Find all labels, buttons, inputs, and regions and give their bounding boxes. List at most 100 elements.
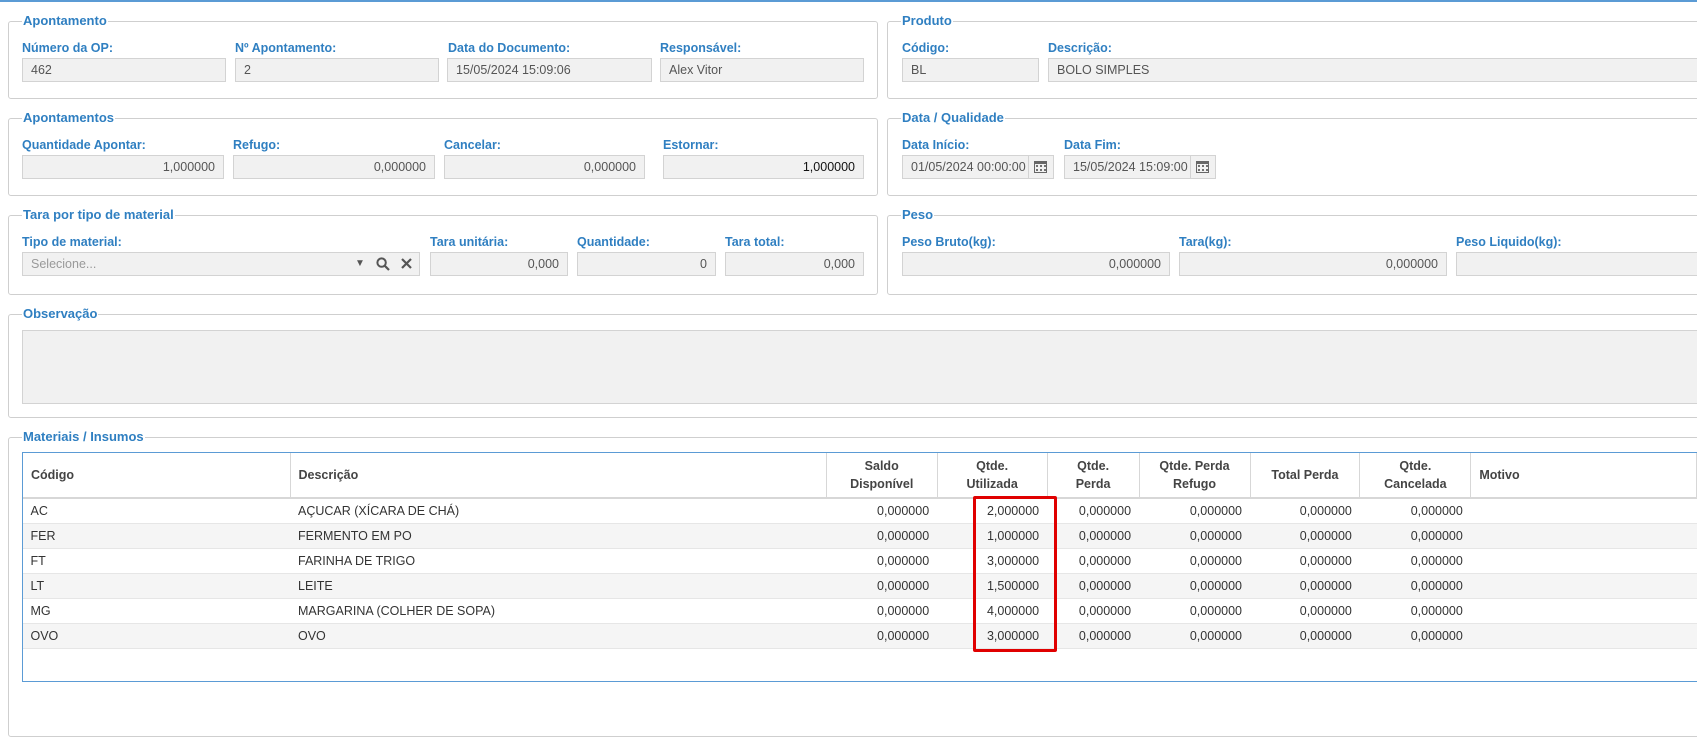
table-cell: 0,000000 — [1359, 498, 1471, 524]
data-qualidade-section: Data / Qualidade Data Início: 01/05/2024… — [887, 110, 1697, 196]
table-cell: AÇUCAR (XÍCARA DE CHÁ) — [290, 498, 827, 524]
column-header-motivo[interactable]: Motivo — [1470, 452, 1697, 499]
observacao-section: Observação — [8, 306, 1697, 418]
refugo-field[interactable]: 0,000000 — [233, 155, 435, 179]
table-row[interactable]: FER FERMENTO EM PO 0,000000 1,000000 0,00000… — [22, 523, 1697, 549]
tara-kg-label: Tara(kg): — [1179, 235, 1232, 249]
column-header-total-perda[interactable]: Total Perda — [1249, 452, 1361, 499]
table-cell: 0,000000 — [1250, 573, 1360, 599]
column-header-perda-refugo[interactable]: Qtde. Perda Refugo — [1138, 452, 1251, 499]
table-cell: 0,000000 — [1047, 548, 1140, 574]
responsavel-label: Responsável: — [660, 41, 742, 55]
numero-op-field[interactable]: 462 — [22, 58, 226, 82]
column-header-label: Qtde. Utilizada — [966, 458, 1018, 491]
produto-section: Produto Código: BL Descrição: BOLO SIMPL… — [887, 13, 1697, 99]
table-cell — [1470, 573, 1697, 599]
tara-kg-field[interactable]: 0,000000 — [1179, 252, 1447, 276]
column-header-codigo[interactable]: Código — [22, 452, 291, 499]
table-cell: 0,000000 — [1359, 573, 1471, 599]
responsavel-field[interactable]: Alex Vitor — [660, 58, 864, 82]
produto-codigo-label: Código: — [902, 41, 950, 55]
table-cell — [1470, 498, 1697, 524]
table-cell: FER — [22, 523, 290, 549]
table-cell: 0,000000 — [1250, 598, 1360, 624]
refugo-label: Refugo: — [233, 138, 281, 152]
table-cell: AC — [22, 498, 290, 524]
column-header-qtde-perda[interactable]: Qtde. Perda — [1046, 452, 1140, 499]
table-cell: 0,000000 — [1359, 523, 1471, 549]
table-cell: 0,000000 — [1139, 573, 1250, 599]
table-row[interactable]: FT FARINHA DE TRIGO 0,000000 3,000000 0,0000… — [22, 548, 1697, 574]
column-header-qtde-cancelada[interactable]: Qtde. Cancelada — [1359, 452, 1472, 499]
table-cell: MG — [22, 598, 290, 624]
table-cell — [1470, 523, 1697, 549]
data-inicio-field[interactable]: 01/05/2024 00:00:00 — [902, 155, 1054, 179]
data-fim-field[interactable]: 15/05/2024 15:09:00 — [1064, 155, 1216, 179]
data-fim-value: 15/05/2024 15:09:00 — [1073, 160, 1188, 174]
quantidade-apontar-field[interactable]: 1,000000 — [22, 155, 224, 179]
peso-liquido-field[interactable] — [1456, 252, 1697, 276]
table-cell: 0,000000 — [1250, 498, 1360, 524]
table-cell: 0,000000 — [1139, 598, 1250, 624]
materiais-table: Código Descrição Saldo Disponível Qtde. … — [22, 452, 1697, 649]
table-cell: 0,000000 — [1250, 548, 1360, 574]
data-documento-label: Data do Documento: — [448, 41, 571, 55]
caret-down-icon[interactable]: ▼ — [353, 253, 367, 275]
table-cell — [1470, 598, 1697, 624]
column-header-label: Qtde. Perda Refugo — [1159, 458, 1230, 491]
table-cell: 0,000000 — [826, 523, 938, 549]
clear-icon[interactable] — [397, 253, 415, 275]
table-cell: 0,000000 — [1047, 598, 1140, 624]
table-cell: MARGARINA (COLHER DE SOPA) — [290, 598, 827, 624]
table-row[interactable]: LT LEITE 0,000000 1,500000 0,000000 0,000000 0… — [22, 573, 1697, 599]
column-header-label: Qtde. Cancelada — [1384, 458, 1447, 491]
tara-unitaria-field[interactable]: 0,000 — [430, 252, 568, 276]
peso-liquido-label: Peso Liquido(kg): — [1456, 235, 1562, 249]
peso-bruto-label: Peso Bruto(kg): — [902, 235, 996, 249]
table-header-row: Código Descrição Saldo Disponível Qtde. … — [22, 452, 1697, 499]
table-row[interactable]: MG MARGARINA (COLHER DE SOPA) 0,000000 4,00… — [22, 598, 1697, 624]
apontamentos-section: Apontamentos Quantidade Apontar: 1,00000… — [8, 110, 878, 196]
table-cell: FARINHA DE TRIGO — [290, 548, 827, 574]
n-apontamento-field[interactable]: 2 — [235, 58, 439, 82]
cancelar-label: Cancelar: — [444, 138, 501, 152]
table-cell: 0,000000 — [826, 623, 938, 649]
calendar-icon — [1034, 161, 1047, 173]
quantidade-apontar-label: Quantidade Apontar: — [22, 138, 146, 152]
cancelar-field[interactable]: 0,000000 — [444, 155, 645, 179]
table-row[interactable]: AC AÇUCAR (XÍCARA DE CHÁ) 0,000000 2,000000… — [22, 498, 1697, 524]
estornar-label: Estornar: — [663, 138, 719, 152]
table-cell: 0,000000 — [1139, 623, 1250, 649]
tara-unitaria-label: Tara unitária: — [430, 235, 509, 249]
table-cell: 0,000000 — [1250, 623, 1360, 649]
peso-bruto-field[interactable]: 0,000000 — [902, 252, 1170, 276]
table-cell: OVO — [290, 623, 827, 649]
table-row[interactable]: OVO OVO 0,000000 3,000000 0,000000 0,000000 0,… — [22, 623, 1697, 649]
calendar-button[interactable] — [1028, 156, 1053, 178]
tipo-material-select[interactable]: Selecione... ▼ — [22, 252, 420, 276]
tara-total-field[interactable]: 0,000 — [725, 252, 864, 276]
calendar-button[interactable] — [1190, 156, 1215, 178]
table-cell: 0,000000 — [826, 573, 938, 599]
table-cell: FT — [22, 548, 290, 574]
table-cell: 0,000000 — [1047, 623, 1140, 649]
quantidade-field[interactable]: 0 — [577, 252, 716, 276]
column-header-label: Qtde. Perda — [1075, 458, 1111, 491]
data-documento-field[interactable]: 15/05/2024 15:09:06 — [447, 58, 652, 82]
table-cell: 0,000000 — [1359, 623, 1471, 649]
data-inicio-label: Data Início: — [902, 138, 970, 152]
table-cell — [1470, 548, 1697, 574]
estornar-field[interactable]: 1,000000 — [663, 155, 864, 179]
observacao-textarea[interactable] — [22, 330, 1697, 404]
column-header-saldo[interactable]: Saldo Disponível — [825, 452, 938, 499]
produto-codigo-field[interactable]: BL — [902, 58, 1039, 82]
produto-descricao-field[interactable]: BOLO SIMPLES — [1048, 58, 1697, 82]
column-header-qtde-utilizada[interactable]: Qtde. Utilizada — [936, 452, 1048, 499]
section-title: Observação — [22, 306, 99, 322]
column-header-descricao[interactable]: Descrição — [289, 452, 827, 499]
table-cell: 0,000000 — [1139, 548, 1250, 574]
produto-descricao-label: Descrição: — [1048, 41, 1112, 55]
table-cell: 0,000000 — [1139, 498, 1250, 524]
numero-op-label: Número da OP: — [22, 41, 113, 55]
search-icon[interactable] — [373, 253, 393, 275]
